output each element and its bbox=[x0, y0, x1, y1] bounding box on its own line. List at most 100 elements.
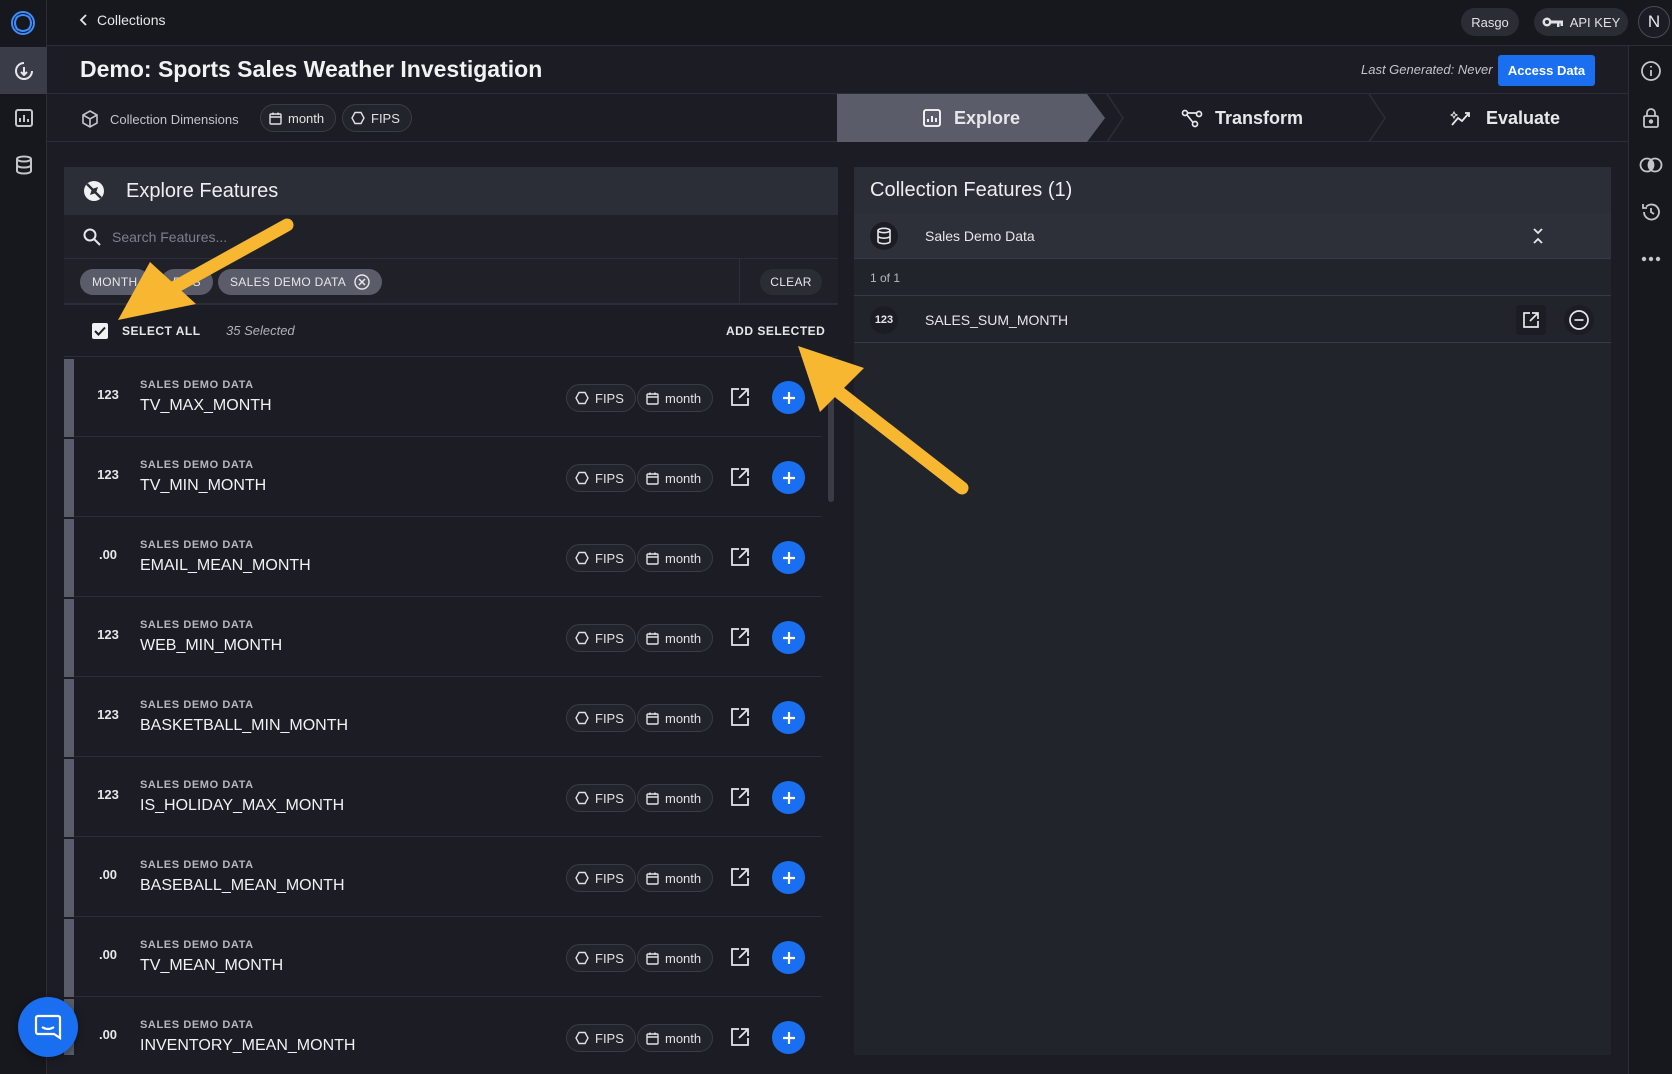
feature-name: EMAIL_MEAN_MONTH bbox=[140, 557, 311, 574]
add-feature-button[interactable] bbox=[772, 461, 805, 494]
tab-evaluate[interactable]: Evaluate bbox=[1382, 94, 1628, 142]
rail-item-collections[interactable] bbox=[0, 47, 47, 94]
dimension-chip-fips: FIPS bbox=[566, 464, 636, 492]
add-feature-button[interactable] bbox=[772, 381, 805, 414]
add-feature-button[interactable] bbox=[772, 621, 805, 654]
clear-filters-button[interactable]: CLEAR bbox=[760, 269, 822, 295]
api-key-button[interactable]: API KEY bbox=[1534, 8, 1628, 36]
feature-list-scrollbar[interactable] bbox=[828, 377, 834, 502]
type-badge: 123 bbox=[97, 467, 119, 482]
add-selected-button[interactable]: ADD SELECTED bbox=[726, 324, 825, 338]
user-avatar[interactable]: N bbox=[1638, 6, 1670, 38]
page-title: Demo: Sports Sales Weather Investigation bbox=[80, 56, 543, 82]
dimension-chip-month: month bbox=[637, 624, 714, 652]
type-badge: 123 bbox=[97, 707, 119, 722]
add-feature-button[interactable] bbox=[772, 941, 805, 974]
dimension-chip-label: month bbox=[665, 1030, 702, 1046]
feature-list: 123 SALES DEMO DATA TV_MAX_MONTH FIPS month 1… bbox=[64, 359, 822, 1055]
open-feature-button[interactable] bbox=[730, 867, 750, 887]
rail-item-data-sources[interactable] bbox=[0, 141, 47, 188]
type-badge: .00 bbox=[98, 1027, 118, 1042]
external-link-icon bbox=[730, 707, 750, 727]
dimensions-label: Collection Dimensions bbox=[110, 111, 239, 127]
rail-item-analytics[interactable] bbox=[0, 94, 47, 141]
feature-row[interactable]: 123 SALES DEMO DATA BASKETBALL_MIN_MONTH FI… bbox=[64, 679, 822, 757]
calendar-icon bbox=[646, 552, 659, 565]
open-feature-button[interactable] bbox=[1516, 305, 1546, 335]
back-to-collections-link[interactable]: Collections bbox=[79, 12, 165, 28]
collection-features-panel: Collection Features (1) Sales Demo Data … bbox=[854, 167, 1611, 1055]
tab-transform[interactable]: Transform bbox=[1117, 94, 1367, 142]
external-link-icon bbox=[730, 627, 750, 647]
filter-tag-label: MONTH bbox=[92, 275, 138, 289]
open-feature-button[interactable] bbox=[730, 707, 750, 727]
explore-panel-header: Explore Features bbox=[64, 167, 838, 215]
explore-panel-title: Explore Features bbox=[126, 180, 279, 202]
open-feature-button[interactable] bbox=[730, 787, 750, 807]
calendar-icon bbox=[646, 632, 659, 645]
feature-name: TV_MAX_MONTH bbox=[140, 397, 272, 414]
add-feature-button[interactable] bbox=[772, 1021, 805, 1054]
hexagon-icon bbox=[575, 791, 589, 805]
info-button[interactable] bbox=[1629, 49, 1672, 93]
history-button[interactable] bbox=[1629, 190, 1672, 234]
app-logo-icon[interactable] bbox=[8, 8, 38, 38]
open-feature-button[interactable] bbox=[730, 1027, 750, 1047]
bar-chart-icon bbox=[13, 107, 35, 129]
collection-feature-row: 123 SALES_SUM_MONTH bbox=[854, 295, 1611, 343]
feature-name: IS_HOLIDAY_MAX_MONTH bbox=[140, 797, 345, 814]
open-feature-button[interactable] bbox=[730, 387, 750, 407]
feature-row[interactable]: .00 SALES DEMO DATA EMAIL_MEAN_MONTH FIPS mo… bbox=[64, 519, 822, 597]
add-feature-button[interactable] bbox=[772, 701, 805, 734]
collapse-icon[interactable] bbox=[1532, 227, 1544, 245]
support-chat-button[interactable] bbox=[18, 997, 78, 1057]
filter-tag-sales-demo-data[interactable]: SALES DEMO DATA bbox=[218, 269, 383, 295]
feature-search-bar[interactable]: Search Features... bbox=[64, 215, 838, 259]
external-link-icon bbox=[730, 387, 750, 407]
open-feature-button[interactable] bbox=[730, 627, 750, 647]
dimension-chip-label: month bbox=[665, 470, 702, 486]
feature-row[interactable]: 123 SALES DEMO DATA TV_MIN_MONTH FIPS month bbox=[64, 439, 822, 517]
remove-feature-button[interactable] bbox=[1564, 305, 1594, 335]
visibility-button[interactable] bbox=[1629, 143, 1672, 187]
feature-row[interactable]: .00 SALES DEMO DATA TV_MEAN_MONTH FIPS month bbox=[64, 919, 822, 997]
feature-row[interactable]: .00 SALES DEMO DATA BASEBALL_MEAN_MONTH FIP… bbox=[64, 839, 822, 917]
collection-source-group[interactable]: Sales Demo Data bbox=[854, 213, 1611, 259]
external-link-icon bbox=[730, 787, 750, 807]
access-data-button[interactable]: Access Data bbox=[1498, 55, 1595, 86]
workflow-tabs: Explore Transform Evaluate bbox=[837, 94, 1628, 142]
dimension-chip-label: FIPS bbox=[595, 710, 624, 726]
open-feature-button[interactable] bbox=[730, 467, 750, 487]
add-feature-button[interactable] bbox=[772, 861, 805, 894]
feature-name: WEB_MIN_MONTH bbox=[140, 637, 283, 654]
tab-explore[interactable]: Explore bbox=[837, 94, 1105, 142]
chevron-left-icon bbox=[79, 14, 89, 26]
feature-row[interactable]: 123 SALES DEMO DATA TV_MAX_MONTH FIPS month bbox=[64, 359, 822, 437]
org-switcher[interactable]: Rasgo bbox=[1461, 8, 1519, 36]
hexagon-icon bbox=[575, 711, 589, 725]
add-feature-button[interactable] bbox=[772, 781, 805, 814]
hexagon-icon bbox=[575, 551, 589, 565]
feature-row[interactable]: .00 SALES DEMO DATA INVENTORY_MEAN_MONTH FI… bbox=[64, 999, 822, 1055]
select-all-label[interactable]: SELECT ALL bbox=[122, 324, 201, 338]
collection-panel-header: Collection Features (1) bbox=[854, 167, 1611, 213]
select-all-checkbox[interactable] bbox=[92, 323, 108, 339]
calendar-icon bbox=[646, 392, 659, 405]
filter-tag-fips[interactable]: FIPS bbox=[161, 269, 213, 295]
permissions-button[interactable] bbox=[1629, 96, 1672, 140]
search-input[interactable]: Search Features... bbox=[112, 229, 227, 245]
remove-filter-icon[interactable] bbox=[354, 274, 370, 290]
feature-row[interactable]: 123 SALES DEMO DATA IS_HOLIDAY_MAX_MONTH FI… bbox=[64, 759, 822, 837]
feature-row[interactable]: 123 SALES DEMO DATA WEB_MIN_MONTH FIPS month bbox=[64, 599, 822, 677]
filter-tag-month[interactable]: MONTH bbox=[80, 269, 150, 295]
open-feature-button[interactable] bbox=[730, 947, 750, 967]
more-options-button[interactable] bbox=[1629, 237, 1672, 281]
hexagon-icon bbox=[575, 871, 589, 885]
dimension-chip-fips: FIPS bbox=[566, 384, 636, 412]
add-feature-button[interactable] bbox=[772, 541, 805, 574]
chat-bubble-icon bbox=[33, 1012, 63, 1042]
dimension-chip-fips: FIPS bbox=[566, 864, 636, 892]
dimension-chip-label: FIPS bbox=[595, 870, 624, 886]
open-feature-button[interactable] bbox=[730, 547, 750, 567]
feature-source: SALES DEMO DATA bbox=[140, 379, 254, 391]
